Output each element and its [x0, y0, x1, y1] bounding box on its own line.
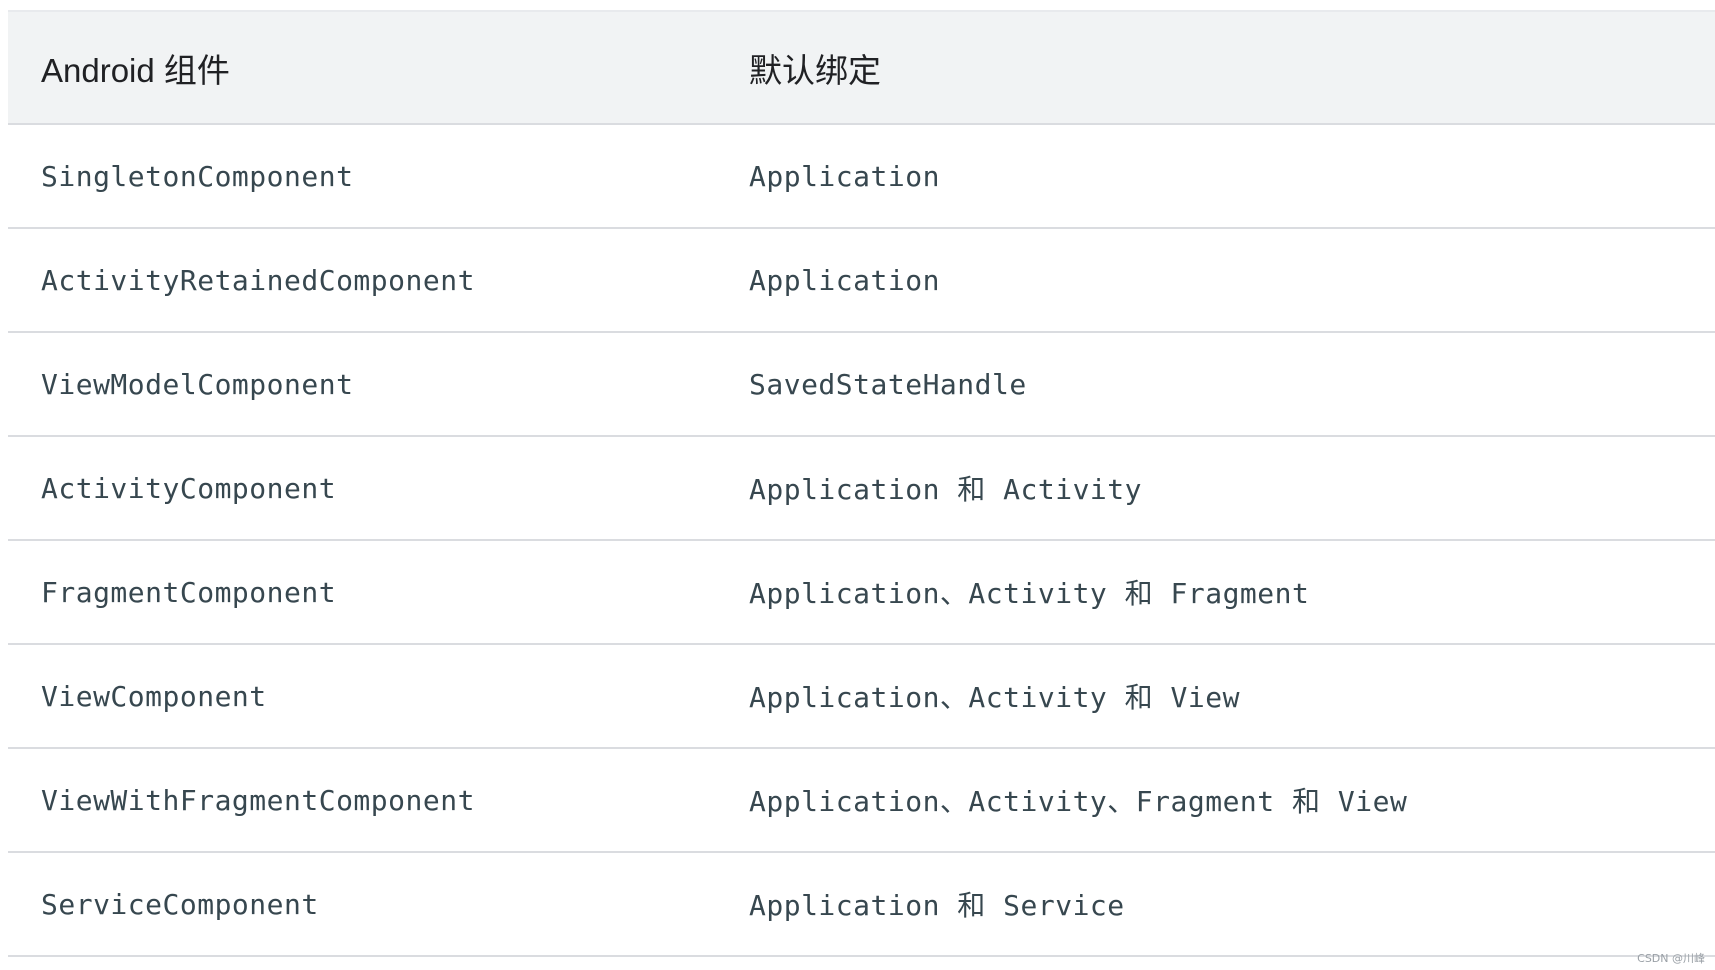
table-row: ViewComponent Application、Activity 和 Vie…	[8, 644, 1715, 749]
binding-cell: Application 和 Activity	[716, 436, 1715, 541]
header-row: Android 组件 默认绑定	[8, 10, 1715, 125]
component-bindings-table: Android 组件 默认绑定 SingletonComponent Appli…	[8, 10, 1715, 957]
table-row: ViewModelComponent SavedStateHandle	[8, 332, 1715, 437]
binding-cell: Application	[716, 228, 1715, 333]
table-row: FragmentComponent Application、Activity 和…	[8, 540, 1715, 645]
component-cell: ViewWithFragmentComponent	[8, 748, 716, 853]
component-cell: ActivityRetainedComponent	[8, 228, 716, 333]
component-cell: ServiceComponent	[8, 852, 716, 957]
component-cell: ViewComponent	[8, 644, 716, 749]
table-row: ActivityRetainedComponent Application	[8, 228, 1715, 333]
binding-cell: SavedStateHandle	[716, 332, 1715, 437]
table-row: SingletonComponent Application	[8, 124, 1715, 229]
header-default-binding: 默认绑定	[716, 10, 1715, 125]
table-row: ActivityComponent Application 和 Activity	[8, 436, 1715, 541]
table-row: ViewWithFragmentComponent Application、Ac…	[8, 748, 1715, 853]
csdn-watermark: CSDN @川峰	[1637, 952, 1705, 965]
binding-cell: Application、Activity、Fragment 和 View	[716, 748, 1715, 853]
table-body: SingletonComponent Application ActivityR…	[8, 124, 1715, 957]
binding-cell: Application、Activity 和 View	[716, 644, 1715, 749]
header-android-component: Android 组件	[8, 10, 716, 125]
binding-cell: Application、Activity 和 Fragment	[716, 540, 1715, 645]
component-cell: ViewModelComponent	[8, 332, 716, 437]
table-header: Android 组件 默认绑定	[8, 10, 1715, 125]
binding-cell: Application	[716, 124, 1715, 229]
component-cell: SingletonComponent	[8, 124, 716, 229]
binding-cell: Application 和 Service	[716, 852, 1715, 957]
component-cell: FragmentComponent	[8, 540, 716, 645]
table-row: ServiceComponent Application 和 Service	[8, 852, 1715, 957]
component-cell: ActivityComponent	[8, 436, 716, 541]
bindings-table-container: Android 组件 默认绑定 SingletonComponent Appli…	[8, 10, 1715, 957]
